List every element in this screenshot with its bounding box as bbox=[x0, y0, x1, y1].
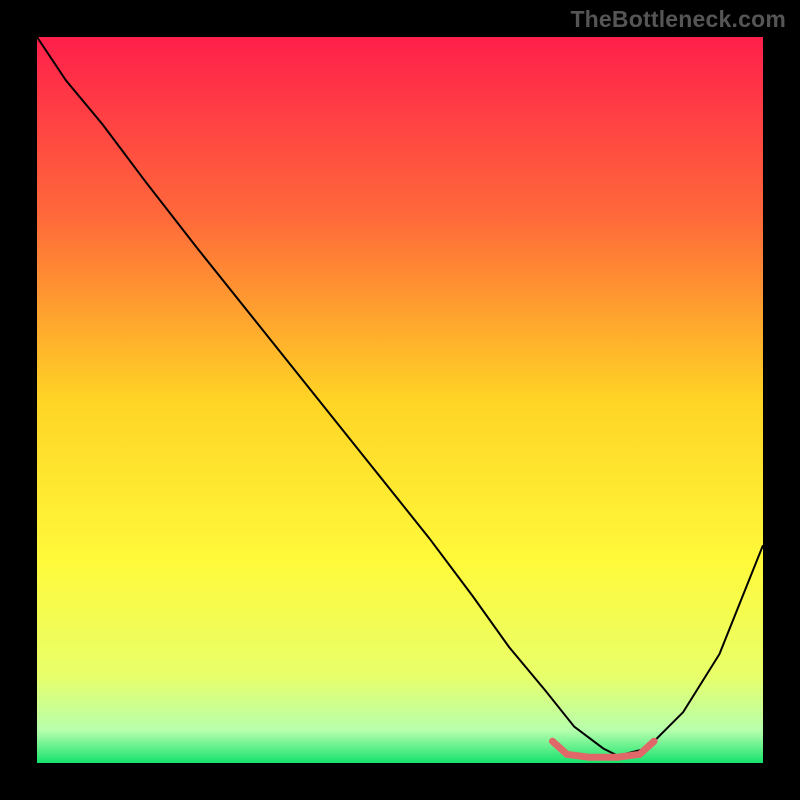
watermark-label: TheBottleneck.com bbox=[570, 6, 786, 33]
plot-background bbox=[37, 37, 763, 763]
bottleneck-chart bbox=[0, 0, 800, 800]
chart-stage: TheBottleneck.com bbox=[0, 0, 800, 800]
